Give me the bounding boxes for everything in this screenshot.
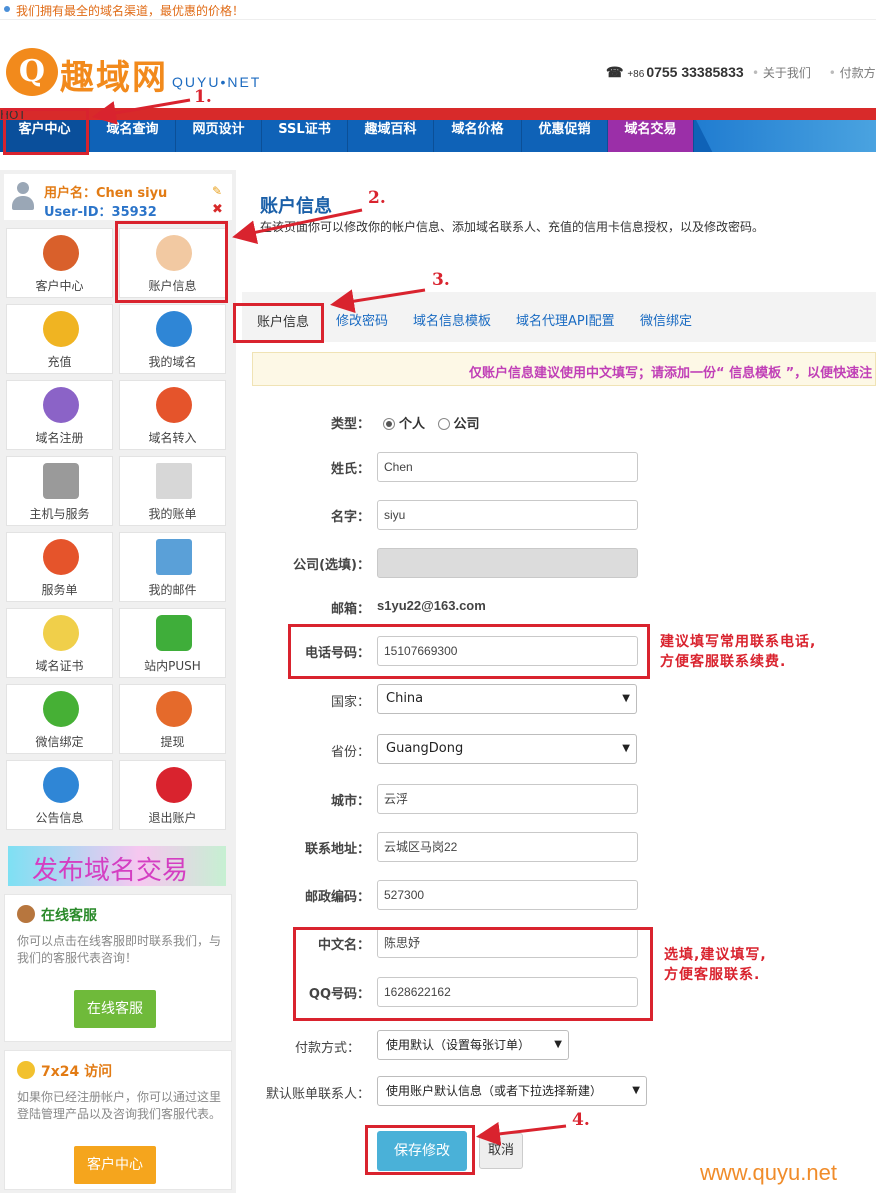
arrow-2 [232,208,363,245]
annotation-step-1: 1. [194,87,212,107]
optional-tip-line-2: 方便客服联系. [664,967,761,983]
arrow-1 [92,98,191,125]
phone-tip-line-1: 建议填写常用联系电话, [660,634,817,650]
arrow-3 [330,288,426,314]
annotation-arrows [92,98,567,1146]
annotation-step-4: 4. [572,1110,590,1130]
phone-tip-line-2: 方便客服联系续费. [660,654,787,670]
arrow-4 [476,1121,567,1146]
annotation-step-3: 3. [432,270,450,290]
optional-tip-line-1: 选填,建议填写, [664,947,767,963]
annotation-step-2: 2. [368,188,386,208]
watermark: www.quyu.net [700,1160,837,1185]
